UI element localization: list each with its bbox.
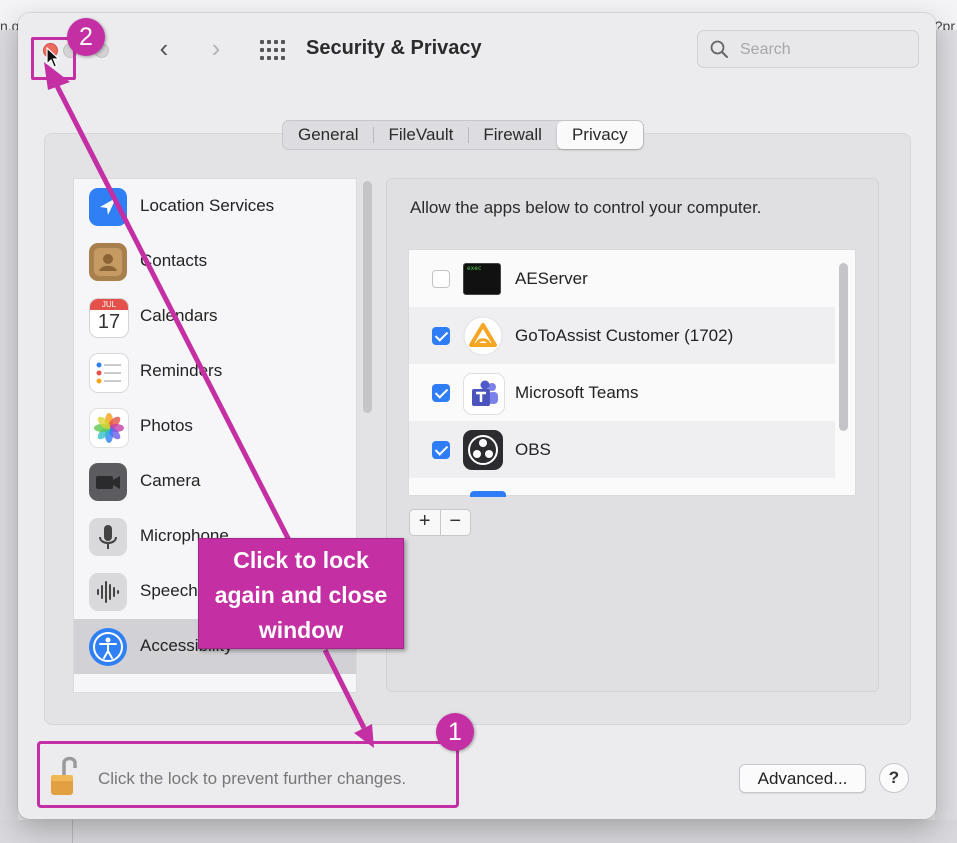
window-title: Security & Privacy <box>306 37 482 59</box>
terminal-icon-text: exec <box>467 265 482 272</box>
background-right-panel <box>935 30 957 843</box>
obs-icon <box>463 430 503 470</box>
sidebar-item-label: Contacts <box>140 251 208 270</box>
tab-filevault[interactable]: FileVault <box>373 121 468 149</box>
back-button[interactable]: ‹ <box>154 35 174 61</box>
tab-bar: General FileVault Firewall Privacy <box>282 120 644 150</box>
step-badge-1: 1 <box>436 713 474 751</box>
reminders-list-icon <box>89 353 129 393</box>
app-checkbox[interactable] <box>432 270 450 288</box>
gotoassist-icon <box>463 316 503 356</box>
advanced-button[interactable]: Advanced... <box>739 764 866 793</box>
titlebar: ‹ › Security & Privacy <box>18 13 936 85</box>
sidebar-item-reminders[interactable]: Reminders <box>74 344 356 399</box>
list-item[interactable]: OBS <box>409 421 835 478</box>
sidebar-item-label: Reminders <box>140 361 223 380</box>
security-privacy-window: ‹ › Security & Privacy General FileVault… <box>18 13 936 819</box>
show-all-grid-icon[interactable] <box>260 40 286 60</box>
sidebar-item-calendars[interactable]: JUL 17 Calendars <box>74 289 356 344</box>
app-checkbox[interactable] <box>432 441 450 459</box>
add-app-button[interactable]: + <box>410 510 440 535</box>
background-divider <box>72 820 73 843</box>
camera-icon <box>89 463 127 501</box>
remove-app-button[interactable]: − <box>439 510 471 535</box>
app-icon-partial <box>470 491 506 497</box>
teams-icon <box>463 373 505 415</box>
sidebar-item-label: Photos <box>140 416 193 435</box>
search-icon <box>710 40 728 58</box>
app-list-scrollbar[interactable] <box>839 263 848 431</box>
app-name: GoToAssist Customer (1702) <box>515 326 734 345</box>
sidebar-item-location-services[interactable]: Location Services <box>74 179 356 234</box>
sidebar-scrollbar[interactable] <box>363 181 372 413</box>
location-arrow-icon <box>89 188 127 226</box>
forward-button[interactable]: › <box>206 35 226 61</box>
calendar-month: JUL <box>90 299 128 310</box>
app-checkbox[interactable] <box>432 384 450 402</box>
callout-line: window <box>258 617 344 643</box>
tab-firewall[interactable]: Firewall <box>468 121 557 149</box>
tab-general[interactable]: General <box>283 121 373 149</box>
highlight-lock-area <box>37 741 459 808</box>
contacts-book-icon <box>89 243 127 281</box>
callout-line: Click to lock <box>233 547 369 573</box>
app-checkbox[interactable] <box>432 327 450 345</box>
step-badge-2: 2 <box>67 18 105 56</box>
sidebar-item-label: Camera <box>140 471 201 490</box>
background-bottom-panel <box>0 820 957 843</box>
sidebar-item-label: Calendars <box>140 306 218 325</box>
terminal-icon: exec <box>463 263 501 295</box>
callout-line: again and close <box>214 582 388 608</box>
list-item[interactable]: GoToAssist Customer (1702) <box>409 307 835 364</box>
list-item[interactable]: exec AEServer <box>409 250 835 307</box>
app-name: OBS <box>515 440 551 459</box>
photos-flower-icon <box>89 408 129 448</box>
calendar-icon: JUL 17 <box>89 298 129 338</box>
background-left-panel <box>0 30 18 843</box>
help-button[interactable]: ? <box>879 763 909 793</box>
calendar-day: 17 <box>97 311 121 333</box>
annotation-callout: Click to lock again and close window <box>198 538 404 649</box>
microphone-icon <box>89 518 127 556</box>
app-name: AEServer <box>515 269 588 288</box>
accessibility-person-icon <box>89 628 127 666</box>
sidebar-item-camera[interactable]: Camera <box>74 454 356 509</box>
search-field[interactable] <box>697 30 919 68</box>
tab-privacy[interactable]: Privacy <box>556 121 643 149</box>
list-item[interactable]: Microsoft Teams <box>409 364 835 421</box>
add-remove-control: + − <box>409 509 471 536</box>
speech-waveform-icon <box>89 573 127 611</box>
sidebar-item-label: Location Services <box>140 196 275 215</box>
app-list: exec AEServer GoToAssist Customer (1702)… <box>408 249 856 496</box>
sidebar-item-contacts[interactable]: Contacts <box>74 234 356 289</box>
sidebar-item-photos[interactable]: Photos <box>74 399 356 454</box>
app-name: Microsoft Teams <box>515 383 639 402</box>
search-input[interactable] <box>738 37 912 63</box>
panel-description: Allow the apps below to control your com… <box>410 198 762 217</box>
